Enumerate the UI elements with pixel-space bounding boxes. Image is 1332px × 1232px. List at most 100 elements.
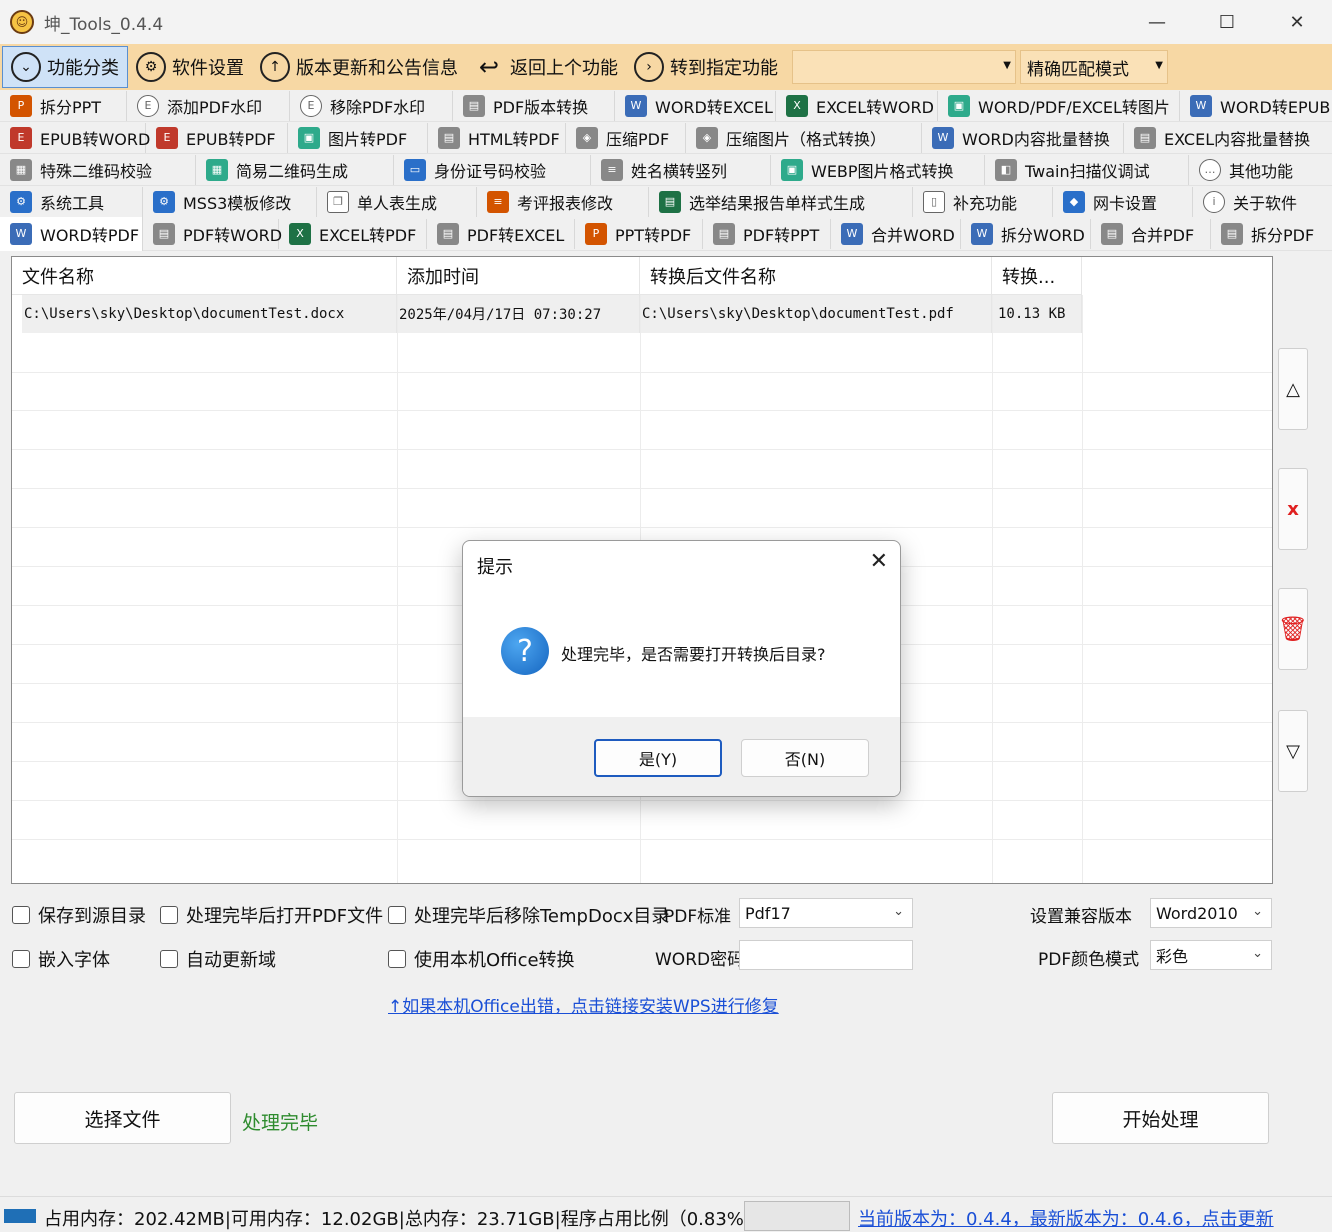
func-image-to-pdf[interactable]: ▣ 图片转PDF	[288, 122, 428, 153]
match-mode-select[interactable]: 精确匹配模式 ▼	[1020, 50, 1168, 84]
start-processing-button[interactable]: 开始处理	[1052, 1092, 1269, 1144]
func-excel-batch-replace[interactable]: ▤ EXCEL内容批量替换	[1124, 123, 1332, 153]
col-file-name[interactable]: 文件名称	[12, 257, 397, 295]
func-remove-pdf-watermark[interactable]: E 移除PDF水印	[290, 90, 453, 121]
col-output-name[interactable]: 转换后文件名称	[640, 257, 992, 295]
update-link[interactable]: 当前版本为：0.4.4，最新版本为：0.4.6，点击更新	[858, 1205, 1274, 1231]
func-word-to-epub[interactable]: W WORD转EPUB	[1180, 91, 1332, 121]
func-name-horizontal-to-vertical[interactable]: ≡ 姓名横转竖列	[591, 154, 771, 185]
func-epub-to-word[interactable]: E EPUB转WORD	[0, 122, 150, 153]
func-webp-convert[interactable]: ▣ WEBP图片格式转换	[771, 154, 985, 185]
checkbox-box[interactable]	[388, 950, 406, 968]
updates-button[interactable]: ↑ 版本更新和公告信息	[252, 46, 466, 88]
func-word-to-excel[interactable]: W WORD转EXCEL	[615, 90, 776, 121]
tab-pdf-to-word[interactable]: ▤ PDF转WORD	[143, 218, 282, 249]
func-id-number-check[interactable]: ▭ 身份证号码校验	[394, 154, 591, 185]
checkbox-box[interactable]	[12, 906, 30, 924]
func-mss3-template[interactable]: ⚙ MSS3模板修改	[143, 186, 317, 217]
func-add-pdf-watermark[interactable]: E 添加PDF水印	[127, 90, 290, 121]
func-excel-to-word[interactable]: X EXCEL转WORD	[776, 90, 938, 121]
select-file-button[interactable]: 选择文件	[14, 1092, 231, 1144]
func-evaluation-report[interactable]: ≡ 考评报表修改	[477, 186, 649, 217]
func-label: 单人表生成	[357, 193, 438, 213]
grid-line	[12, 372, 1272, 373]
func-network-settings[interactable]: ◆ 网卡设置	[1053, 186, 1193, 217]
func-about[interactable]: i 关于软件	[1193, 187, 1332, 217]
func-supplement[interactable]: ▯ 补充功能	[913, 186, 1053, 217]
clear-list-button[interactable]: 🗑	[1278, 588, 1308, 670]
word-password-input[interactable]	[739, 940, 913, 970]
move-down-button[interactable]: ▽	[1278, 710, 1308, 792]
tab-pdf-to-ppt[interactable]: ▤ PDF转PPT	[703, 218, 831, 249]
tab-ppt-to-pdf[interactable]: P PPT转PDF	[575, 218, 703, 249]
chevron-down-icon: ⌄	[1252, 904, 1263, 919]
remove-item-button[interactable]: x	[1278, 468, 1308, 550]
remove-temp-checkbox[interactable]: 处理完毕后移除TempDocx目录	[388, 902, 669, 928]
tab-excel-to-pdf[interactable]: X EXCEL转PDF	[279, 218, 427, 249]
no-button[interactable]: 否(N)	[741, 739, 869, 777]
func-compress-pdf[interactable]: ◈ 压缩PDF	[566, 122, 686, 153]
tab-word-to-pdf[interactable]: W WORD转PDF	[0, 216, 143, 251]
func-label: WORD转EPUB	[1220, 97, 1331, 117]
col-added-time[interactable]: 添加时间	[397, 257, 640, 295]
move-up-button[interactable]: △	[1278, 348, 1308, 430]
updates-label: 版本更新和公告信息	[296, 58, 458, 79]
func-other[interactable]: … 其他功能	[1189, 155, 1332, 185]
func-html-to-pdf[interactable]: ▤ HTML转PDF	[428, 122, 566, 153]
func-word-batch-replace[interactable]: W WORD内容批量替换	[922, 122, 1124, 153]
compat-version-select[interactable]: Word2010 ⌄	[1150, 898, 1272, 928]
maximize-button[interactable]: ☐	[1192, 0, 1262, 44]
use-local-office-checkbox[interactable]: 使用本机Office转换	[388, 946, 575, 972]
cell-converted-size: 10.13 KB	[992, 295, 1082, 333]
close-window-button[interactable]: ✕	[1262, 0, 1332, 44]
tab-merge-pdf[interactable]: ▤ 合并PDF	[1091, 218, 1211, 249]
checkbox-box[interactable]	[160, 906, 178, 924]
tab-merge-word[interactable]: W 合并WORD	[831, 218, 961, 249]
func-epub-to-pdf[interactable]: E EPUB转PDF	[146, 122, 288, 153]
func-label: Twain扫描仪调试	[1025, 161, 1150, 181]
table-row[interactable]: C:\Users\sky\Desktop\documentTest.docx 2…	[22, 295, 1082, 333]
minimize-button[interactable]: —	[1122, 0, 1192, 44]
grid-line	[12, 527, 1272, 528]
function-row-2: E EPUB转WORD E EPUB转PDF ▣ 图片转PDF ▤ HTML转PDF ◈…	[0, 122, 1332, 154]
pdf-standard-select[interactable]: Pdf17 ⌄	[739, 898, 913, 928]
col-converted-size[interactable]: 转换...	[992, 257, 1082, 295]
checkbox-label: 处理完毕后打开PDF文件	[186, 906, 384, 927]
func-pdf-version-convert[interactable]: ▤ PDF版本转换	[453, 90, 615, 121]
func-twain-scanner-debug[interactable]: ◧ Twain扫描仪调试	[985, 154, 1189, 185]
chevron-down-icon: ⌄	[893, 904, 904, 919]
category-button[interactable]: ⌄ 功能分类	[2, 46, 128, 88]
checkbox-box[interactable]	[160, 950, 178, 968]
save-to-source-checkbox[interactable]: 保存到源目录	[12, 902, 146, 928]
back-button[interactable]: ↩ 返回上个功能	[466, 46, 626, 88]
pdf-color-mode-select[interactable]: 彩色 ⌄	[1150, 940, 1272, 970]
info-icon: i	[1203, 190, 1225, 213]
func-election-report[interactable]: ▤ 选举结果报告单样式生成	[649, 186, 913, 217]
func-system-tools[interactable]: ⚙ 系统工具	[0, 186, 143, 217]
func-single-table[interactable]: ❐ 单人表生成	[317, 186, 477, 217]
checkbox-box[interactable]	[388, 906, 406, 924]
func-simple-qr-generate[interactable]: ▦ 简易二维码生成	[196, 154, 394, 185]
func-special-qr-check[interactable]: ▦ 特殊二维码校验	[0, 154, 196, 185]
settings-button[interactable]: ⚙ 软件设置	[128, 46, 252, 88]
yes-button[interactable]: 是(Y)	[594, 739, 722, 777]
open-pdf-after-checkbox[interactable]: 处理完毕后打开PDF文件	[160, 902, 383, 928]
func-label: PDF版本转换	[493, 97, 589, 117]
func-split-ppt[interactable]: P 拆分PPT	[0, 90, 127, 121]
tab-split-word[interactable]: W 拆分WORD	[961, 218, 1091, 249]
excel-doc-icon: ▤	[1134, 126, 1156, 149]
ppt-icon: P	[585, 222, 607, 245]
func-label: WORD转PDF	[40, 225, 140, 245]
auto-update-fields-checkbox[interactable]: 自动更新域	[160, 946, 276, 972]
tab-split-pdf[interactable]: ▤ 拆分PDF	[1211, 219, 1332, 249]
embed-fonts-checkbox[interactable]: 嵌入字体	[12, 946, 110, 972]
report-icon: ≡	[487, 190, 509, 213]
func-compress-image[interactable]: ◈ 压缩图片（格式转换）	[686, 122, 922, 153]
func-doc-to-image[interactable]: ▣ WORD/PDF/EXCEL转图片	[938, 90, 1180, 121]
wps-repair-link[interactable]: ↑如果本机Office出错，点击链接安装WPS进行修复	[388, 992, 779, 1017]
close-icon[interactable]: ✕	[870, 549, 888, 574]
checkbox-box[interactable]	[12, 950, 30, 968]
goto-button[interactable]: › 转到指定功能	[626, 46, 786, 88]
function-search-combo[interactable]: ▼	[792, 50, 1016, 84]
tab-pdf-to-excel[interactable]: ▤ PDF转EXCEL	[427, 218, 575, 249]
